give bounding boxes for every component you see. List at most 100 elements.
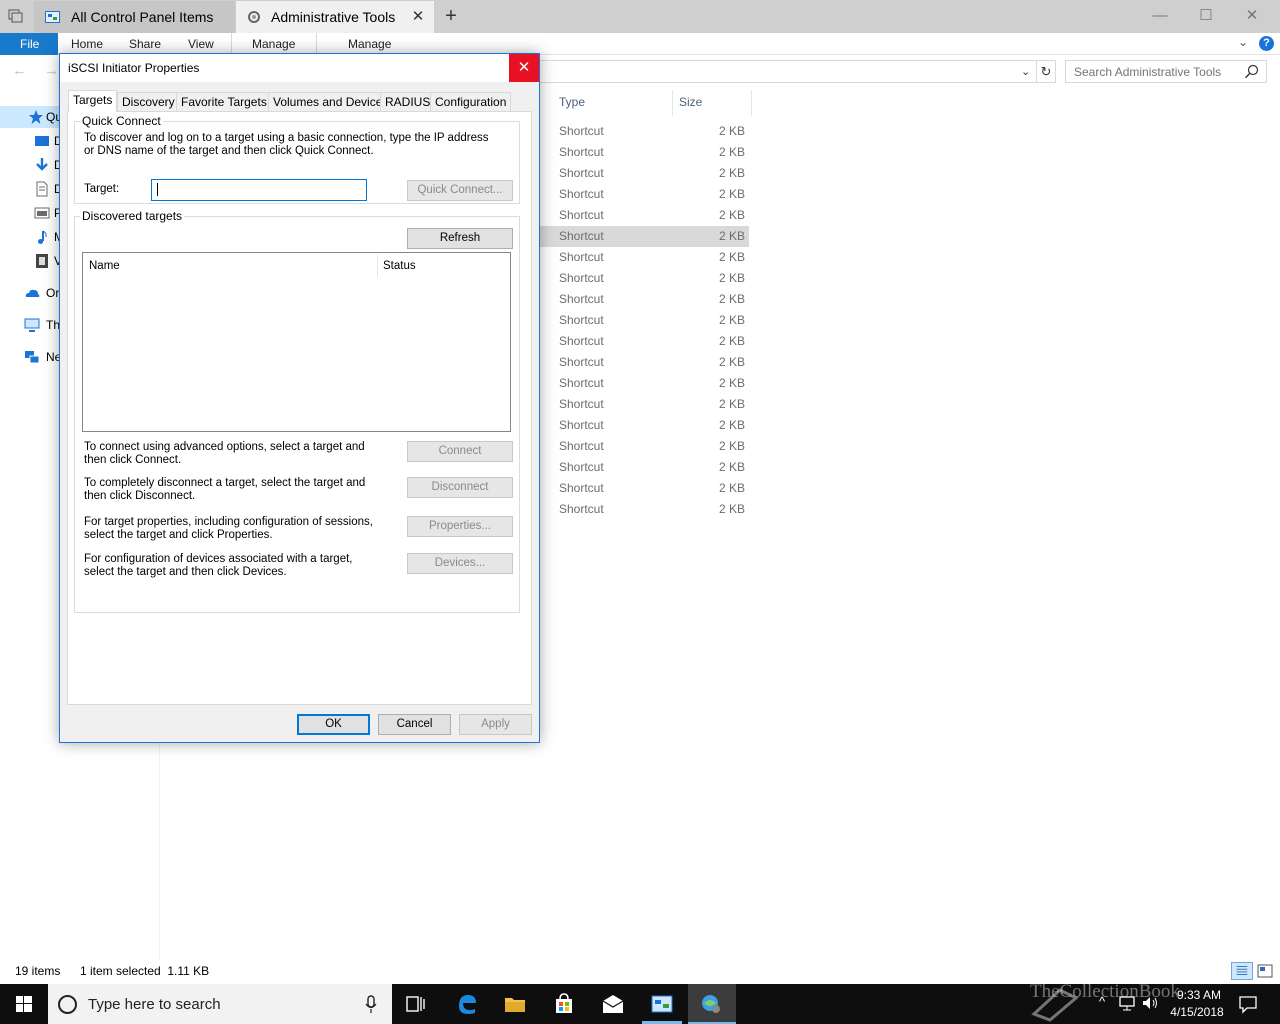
- sidebar-item-videos[interactable]: V: [0, 250, 62, 272]
- file-row[interactable]: Shortcut 2 KB: [540, 289, 749, 310]
- refresh-button[interactable]: Refresh: [407, 228, 513, 249]
- file-row[interactable]: Shortcut 2 KB: [540, 142, 749, 163]
- tab-discovery[interactable]: Discovery: [117, 92, 180, 112]
- tab-all-control-panel-items[interactable]: All Control Panel Items: [34, 1, 235, 33]
- sidebar-item-onedrive[interactable]: Or: [0, 282, 62, 304]
- file-row[interactable]: Shortcut 2 KB: [540, 121, 749, 142]
- devices-button[interactable]: Devices...: [407, 553, 513, 574]
- window-icon[interactable]: [8, 9, 24, 23]
- ribbon-tab-home[interactable]: Home: [71, 33, 103, 55]
- control-panel-taskbar-icon[interactable]: [650, 992, 674, 1016]
- sidebar-item-this-pc[interactable]: Th: [0, 314, 62, 336]
- tab-administrative-tools[interactable]: Administrative Tools: [236, 1, 434, 33]
- sidebar-item-documents[interactable]: D: [0, 178, 63, 200]
- search-icon[interactable]: [1244, 64, 1260, 80]
- file-row[interactable]: Shortcut 2 KB: [540, 457, 749, 478]
- close-window-button[interactable]: ✕: [1229, 0, 1275, 32]
- file-row[interactable]: Shortcut 2 KB: [540, 352, 749, 373]
- column-header-name[interactable]: Name: [89, 260, 120, 272]
- targets-tab-panel: Quick Connect To discover and log on to …: [67, 111, 532, 705]
- show-hidden-icons-icon[interactable]: ^: [1099, 994, 1105, 1009]
- edge-browser-icon[interactable]: [455, 992, 479, 1016]
- sidebar-item-download[interactable]: D: [0, 154, 63, 176]
- expand-ribbon-icon[interactable]: ⌄: [1238, 35, 1248, 49]
- sidebar-item-desktop[interactable]: D: [0, 130, 63, 152]
- cancel-button[interactable]: Cancel: [378, 714, 451, 735]
- maximize-button[interactable]: ☐: [1183, 0, 1229, 32]
- dialog-close-button[interactable]: ✕: [509, 54, 539, 82]
- column-header-type[interactable]: Type: [559, 95, 585, 111]
- column-header-size[interactable]: Size: [679, 95, 702, 111]
- file-explorer-icon[interactable]: [503, 992, 527, 1016]
- close-tab-icon[interactable]: ✕: [410, 9, 426, 25]
- ribbon-tab-manage[interactable]: Manage: [252, 33, 295, 55]
- iscsi-initiator-taskbar-icon[interactable]: [699, 992, 723, 1016]
- back-arrow-icon[interactable]: ←: [12, 62, 27, 79]
- store-icon[interactable]: [552, 992, 576, 1016]
- connect-button[interactable]: Connect: [407, 441, 513, 462]
- sidebar-item-pictures[interactable]: P: [0, 202, 62, 224]
- address-dropdown-icon[interactable]: ⌄: [1021, 65, 1030, 78]
- file-row[interactable]: Shortcut 2 KB: [540, 184, 749, 205]
- file-row[interactable]: Shortcut 2 KB: [540, 310, 749, 331]
- ribbon-tab-manage-2[interactable]: Manage: [348, 33, 391, 55]
- column-separator[interactable]: [672, 90, 673, 116]
- new-tab-button[interactable]: +: [441, 5, 461, 27]
- refresh-icon[interactable]: ↻: [1037, 60, 1056, 83]
- file-row[interactable]: Shortcut 2 KB: [540, 268, 749, 289]
- disconnect-button[interactable]: Disconnect: [407, 477, 513, 498]
- sidebar-item-star[interactable]: Qu: [0, 106, 62, 128]
- file-size: 2 KB: [718, 292, 745, 306]
- file-row[interactable]: Shortcut 2 KB: [540, 247, 749, 268]
- file-row[interactable]: Shortcut 2 KB: [540, 499, 749, 520]
- target-input[interactable]: [151, 179, 367, 201]
- help-icon[interactable]: ?: [1259, 36, 1274, 51]
- tab-favorite-targets[interactable]: Favorite Targets: [176, 92, 272, 112]
- address-bar[interactable]: [540, 60, 1037, 83]
- tab-volumes-and-devices[interactable]: Volumes and Devices: [268, 92, 394, 112]
- ribbon-tab-view[interactable]: View: [188, 33, 214, 55]
- column-separator[interactable]: [751, 90, 752, 116]
- file-row[interactable]: Shortcut 2 KB: [540, 331, 749, 352]
- forward-arrow-icon[interactable]: →: [44, 62, 59, 79]
- file-row[interactable]: Shortcut 2 KB: [540, 205, 749, 226]
- windows-start-icon[interactable]: [0, 984, 48, 1024]
- properties-button[interactable]: Properties...: [407, 516, 513, 537]
- minimize-button[interactable]: —: [1137, 0, 1183, 32]
- file-size: 2 KB: [718, 166, 745, 180]
- dialog-title-bar[interactable]: iSCSI Initiator Properties ✕: [60, 54, 539, 82]
- volume-icon[interactable]: [1141, 994, 1159, 1012]
- control-panel-icon: [45, 11, 60, 23]
- file-tab[interactable]: File: [0, 33, 58, 55]
- file-row[interactable]: Shortcut 2 KB: [540, 415, 749, 436]
- file-row[interactable]: Shortcut 2 KB: [540, 226, 749, 247]
- network-icon[interactable]: [1118, 994, 1136, 1012]
- file-row[interactable]: Shortcut 2 KB: [540, 478, 749, 499]
- file-row[interactable]: Shortcut 2 KB: [540, 163, 749, 184]
- sidebar-item-network[interactable]: Ne: [0, 346, 62, 368]
- large-icons-view-icon[interactable]: [1256, 962, 1274, 980]
- file-row[interactable]: Shortcut 2 KB: [540, 436, 749, 457]
- ok-button[interactable]: OK: [297, 714, 370, 735]
- mail-icon[interactable]: [601, 992, 625, 1016]
- ribbon-tab-share[interactable]: Share: [129, 33, 161, 55]
- clock-time[interactable]: 9:33 AM: [1172, 988, 1226, 1002]
- apply-button[interactable]: Apply: [459, 714, 532, 735]
- tab-radius[interactable]: RADIUS: [380, 92, 436, 112]
- microphone-icon[interactable]: [365, 995, 377, 1014]
- discovered-targets-list[interactable]: Name Status: [82, 252, 511, 432]
- action-center-icon[interactable]: [1238, 994, 1258, 1014]
- column-header-status[interactable]: Status: [383, 260, 416, 272]
- search-input[interactable]: [1065, 60, 1267, 83]
- taskbar-search-placeholder[interactable]: Type here to search: [88, 996, 221, 1013]
- tab-targets[interactable]: Targets: [68, 90, 118, 112]
- cortana-icon[interactable]: [58, 995, 77, 1014]
- sidebar-item-music[interactable]: M: [0, 226, 64, 248]
- file-row[interactable]: Shortcut 2 KB: [540, 394, 749, 415]
- clock-date[interactable]: 4/15/2018: [1166, 1005, 1228, 1019]
- task-view-icon[interactable]: [404, 992, 428, 1016]
- tab-configuration[interactable]: Configuration: [430, 92, 512, 112]
- file-row[interactable]: Shortcut 2 KB: [540, 373, 749, 394]
- quick-connect-button[interactable]: Quick Connect...: [407, 180, 513, 201]
- details-view-icon[interactable]: [1231, 962, 1253, 980]
